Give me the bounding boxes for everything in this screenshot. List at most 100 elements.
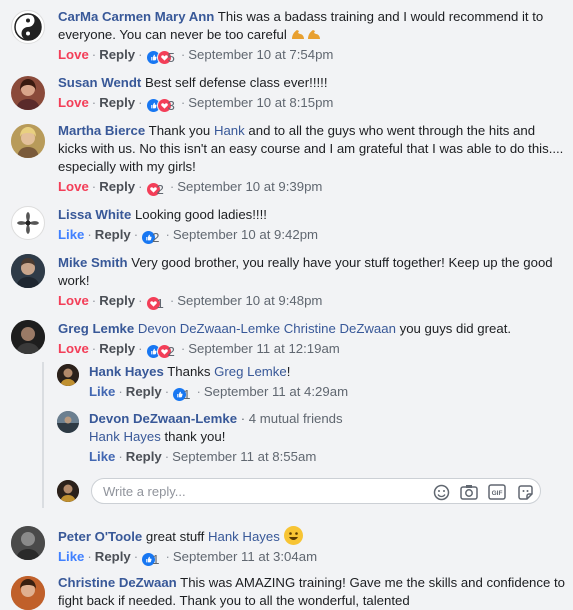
avatar[interactable] <box>57 411 79 433</box>
reply-link[interactable]: Reply <box>99 179 135 194</box>
love-reaction-button[interactable]: Love <box>58 179 89 194</box>
reply-link[interactable]: Reply <box>99 341 135 356</box>
avatar[interactable] <box>11 254 45 288</box>
reaction-count: 2 <box>152 229 160 245</box>
profile-photo-icon <box>11 576 45 610</box>
reply-thread-line <box>42 362 44 508</box>
mention-link[interactable]: Greg Lemke <box>214 364 287 379</box>
timestamp[interactable]: September 10 at 9:48pm <box>177 293 322 308</box>
mention-link[interactable]: Hank Hayes <box>208 529 280 544</box>
reply-input[interactable]: Write a reply... GIF <box>91 478 541 504</box>
reply-link[interactable]: Reply <box>126 384 162 399</box>
reaction-summary[interactable]: 1 <box>145 295 164 313</box>
commenter-name[interactable]: Susan Wendt <box>58 75 141 90</box>
reply-link[interactable]: Reply <box>126 449 162 464</box>
avatar[interactable] <box>11 10 45 44</box>
reply-text: ! <box>286 364 291 379</box>
timestamp[interactable]: September 11 at 3:04am <box>173 549 317 564</box>
commenter-name[interactable]: Christine DeZwaan <box>58 575 177 590</box>
smiley-icon[interactable] <box>432 483 450 501</box>
current-user-avatar <box>57 480 79 502</box>
flexed-biceps-icon <box>292 30 305 39</box>
mention-link[interactable]: Devon DeZwaan-Lemke <box>138 321 280 336</box>
profile-photo-icon <box>57 411 79 433</box>
commenter-name[interactable]: Martha Bierce <box>58 123 145 138</box>
commenter-name[interactable]: Lissa White <box>58 207 131 222</box>
timestamp[interactable]: September 10 at 9:42pm <box>173 227 318 242</box>
reaction-summary[interactable]: 1 <box>172 386 190 404</box>
reaction-count: 1 <box>183 386 191 402</box>
timestamp[interactable]: September 11 at 8:55am <box>172 449 316 464</box>
commenter-name[interactable]: Peter O'Toole <box>58 529 142 544</box>
avatar[interactable] <box>11 206 45 240</box>
timestamp[interactable]: September 10 at 8:15pm <box>188 95 333 110</box>
avatar[interactable] <box>11 576 45 610</box>
reply-link[interactable]: Reply <box>95 549 131 564</box>
love-reaction-button[interactable]: Love <box>58 47 89 62</box>
camera-icon[interactable] <box>460 483 478 501</box>
reply-link[interactable]: Reply <box>95 227 131 242</box>
reaction-summary[interactable]: 2 <box>145 181 164 199</box>
separator: · <box>196 384 201 399</box>
timestamp[interactable]: September 10 at 9:39pm <box>177 179 322 194</box>
commenter-name[interactable]: CarMa Carmen Mary Ann <box>58 9 214 24</box>
avatar[interactable] <box>57 364 79 386</box>
timestamp[interactable]: September 11 at 4:29am <box>204 384 348 399</box>
comment-text: Very good brother, you really have your … <box>58 255 553 288</box>
separator: · <box>118 384 123 399</box>
separator: · <box>138 293 143 308</box>
profile-photo-icon <box>11 254 45 288</box>
reply-text: thank you! <box>164 429 226 444</box>
reaction-summary[interactable]: 3 <box>145 97 175 115</box>
like-button[interactable]: Like <box>89 449 115 464</box>
timestamp[interactable]: September 11 at 12:19am <box>188 341 340 356</box>
reply-link[interactable]: Reply <box>99 95 135 110</box>
flexed-biceps-icon <box>308 30 321 39</box>
comment-text: Best self defense class ever!!!!! <box>144 75 328 90</box>
reaction-summary[interactable]: 5 <box>145 49 175 67</box>
flower-avatar-icon <box>14 209 42 237</box>
timestamp[interactable]: September 10 at 7:54pm <box>188 47 333 62</box>
mention-link[interactable]: Hank Hayes <box>89 429 161 444</box>
mention-link[interactable]: Christine DeZwaan <box>284 321 396 336</box>
separator: · <box>165 227 170 242</box>
commenter-name[interactable]: Greg Lemke <box>58 321 134 336</box>
comment-text: Thank you <box>148 123 211 138</box>
gif-icon[interactable]: GIF <box>488 483 506 501</box>
like-button[interactable]: Like <box>89 384 115 399</box>
reply-placeholder: Write a reply... <box>103 484 186 499</box>
separator: · <box>91 293 97 308</box>
yin-yang-avatar-icon <box>14 13 42 41</box>
avatar[interactable] <box>11 124 45 158</box>
svg-text:GIF: GIF <box>492 490 503 497</box>
reply-link[interactable]: Reply <box>99 293 135 308</box>
reaction-summary[interactable]: 2 <box>141 229 159 247</box>
like-reaction-button[interactable]: Like <box>58 227 84 242</box>
avatar[interactable] <box>11 320 45 354</box>
separator: · <box>138 47 143 62</box>
love-reaction-button[interactable]: Love <box>58 95 89 110</box>
reaction-summary[interactable]: 2 <box>145 343 175 361</box>
sticker-icon[interactable] <box>516 483 534 501</box>
replier-name[interactable]: Devon DeZwaan-Lemke <box>89 411 237 426</box>
love-reaction-button[interactable]: Love <box>58 341 89 356</box>
reply-text: Thanks <box>167 364 211 379</box>
separator: · <box>91 95 97 110</box>
reaction-count: 5 <box>167 49 175 65</box>
reaction-summary[interactable]: 1 <box>141 551 159 569</box>
separator: · <box>138 341 143 356</box>
reaction-count: 2 <box>156 181 164 197</box>
avatar[interactable] <box>11 526 45 560</box>
profile-photo-icon <box>11 320 45 354</box>
love-reaction-button[interactable]: Love <box>58 293 89 308</box>
mutual-friends[interactable]: · 4 mutual friends <box>241 411 343 426</box>
reply-link[interactable]: Reply <box>99 47 135 62</box>
replier-name[interactable]: Hank Hayes <box>89 364 164 379</box>
avatar[interactable] <box>11 76 45 110</box>
commenter-name[interactable]: Mike Smith <box>58 255 128 270</box>
mention-link[interactable]: Hank <box>214 123 245 138</box>
like-reaction-button[interactable]: Like <box>58 549 84 564</box>
separator: · <box>180 47 186 62</box>
separator: · <box>91 341 97 356</box>
separator: · <box>118 449 123 464</box>
